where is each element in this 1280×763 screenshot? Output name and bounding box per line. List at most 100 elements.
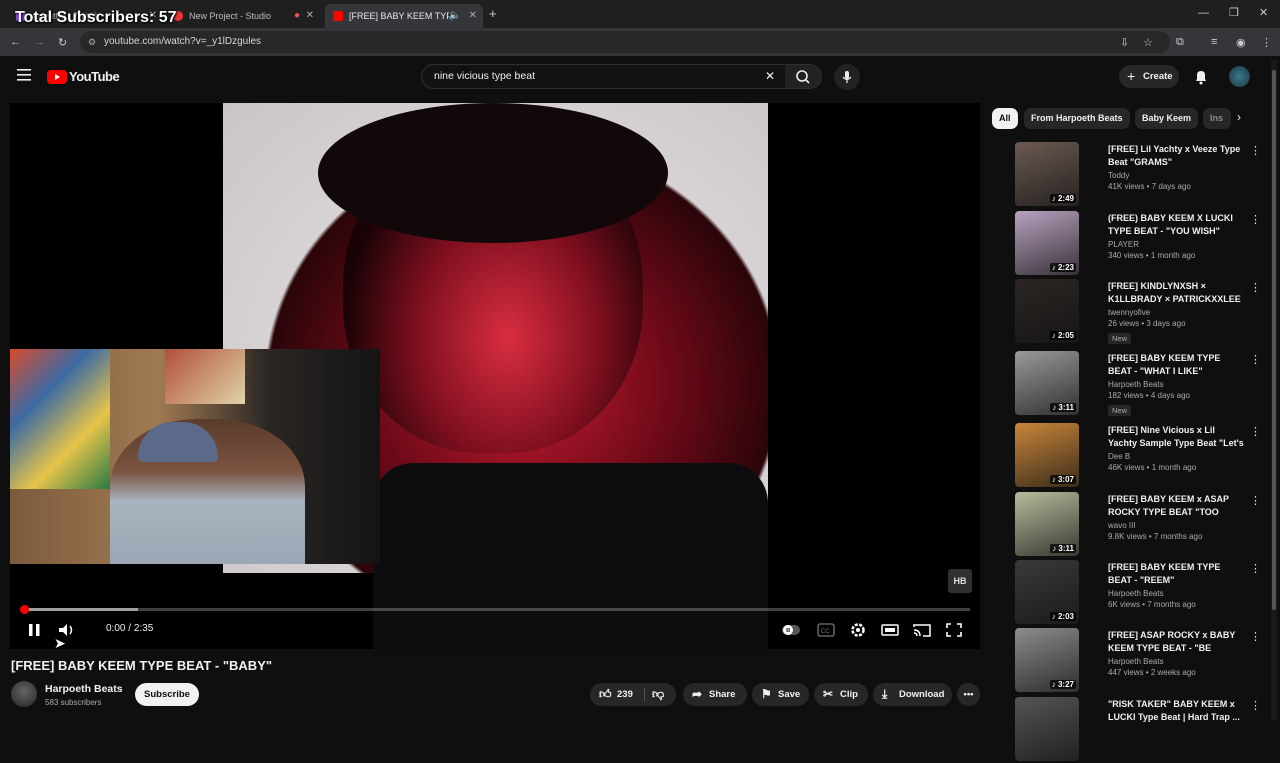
- browser-tab-studio[interactable]: New Project - Studio ● ✕: [165, 4, 320, 28]
- voice-search-button[interactable]: [834, 64, 860, 90]
- recommendation-channel[interactable]: twennyofive: [1108, 308, 1244, 317]
- more-vertical-icon[interactable]: ⋮: [1250, 353, 1261, 366]
- recommendation-item[interactable]: ♪ 2:23 (FREE) BABY KEEM X LUCKI TYPE BEAT…: [990, 211, 1262, 277]
- recommendation-thumbnail[interactable]: [1015, 697, 1079, 761]
- minimize-icon[interactable]: —: [1198, 7, 1209, 19]
- recommendation-thumbnail[interactable]: ♪ 2:23: [1015, 211, 1079, 275]
- recommendation-thumbnail[interactable]: ♪ 2:49: [1015, 142, 1079, 206]
- recommendation-thumbnail[interactable]: ♪ 3:11: [1015, 351, 1079, 415]
- install-icon[interactable]: ⇩: [1120, 36, 1129, 49]
- recommendation-title[interactable]: [FREE] BABY KEEM TYPE BEAT - "WHAT I LIK…: [1108, 352, 1244, 378]
- more-actions-button[interactable]: •••: [957, 683, 980, 706]
- reload-icon[interactable]: ↻: [58, 36, 67, 49]
- theater-mode-button[interactable]: [879, 620, 901, 640]
- recommendation-item[interactable]: ♪ 3:11 [FREE] BABY KEEM x ASAP ROCKY TYPE…: [990, 492, 1262, 558]
- recommendation-title[interactable]: [FREE] Nine Vicious x Lil Yachty Sample …: [1108, 424, 1244, 450]
- recommendation-title[interactable]: [FREE] KINDLYNXSH × K1LLBRADY × PATRICKX…: [1108, 280, 1244, 306]
- pause-button[interactable]: [24, 620, 46, 640]
- recommendation-thumbnail[interactable]: ♪ 2:03: [1015, 560, 1079, 624]
- more-vertical-icon[interactable]: ⋮: [1250, 562, 1261, 575]
- recommendation-thumbnail[interactable]: ♪ 3:27: [1015, 628, 1079, 692]
- fullscreen-button[interactable]: [943, 620, 965, 640]
- download-button[interactable]: ⤓ Download: [873, 683, 952, 706]
- recommendation-channel[interactable]: Dee B: [1108, 452, 1244, 461]
- forward-icon[interactable]: →: [34, 36, 45, 48]
- search-input[interactable]: nine vicious type beat ✕: [421, 64, 786, 89]
- more-vertical-icon[interactable]: ⋮: [1250, 494, 1261, 507]
- recommendation-item[interactable]: "RISK TAKER" BABY KEEM x LUCKI Type Beat…: [990, 697, 1262, 763]
- recommendation-item[interactable]: ♪ 2:03 [FREE] BABY KEEM TYPE BEAT - "REEM…: [990, 560, 1262, 626]
- recommendation-item[interactable]: ♪ 3:27 [FREE] ASAP ROCKY x BABY KEEM TYPE…: [990, 628, 1262, 694]
- recommendation-item[interactable]: ♪ 3:11 [FREE] BABY KEEM TYPE BEAT - "WHAT…: [990, 351, 1262, 417]
- recommendation-item[interactable]: ♪ 2:49 [FREE] Lil Yachty x Veeze Type Bea…: [990, 142, 1262, 208]
- profile-icon[interactable]: ◉: [1236, 36, 1246, 49]
- progress-bar[interactable]: [22, 608, 970, 611]
- recommendation-thumbnail[interactable]: ♪ 3:07: [1015, 423, 1079, 487]
- create-button[interactable]: + Create: [1119, 65, 1179, 88]
- more-vertical-icon[interactable]: ⋮: [1250, 213, 1261, 226]
- save-button[interactable]: ⚑ Save: [752, 683, 809, 706]
- recommendation-channel[interactable]: PLAYER: [1108, 240, 1244, 249]
- recommendation-channel[interactable]: Harpoeth Beats: [1108, 380, 1244, 389]
- like-button[interactable]: 👍︎: [599, 683, 612, 706]
- more-vertical-icon[interactable]: ⋮: [1250, 281, 1261, 294]
- back-icon[interactable]: ←: [10, 36, 21, 48]
- cast-button[interactable]: [911, 620, 933, 640]
- clear-search-icon[interactable]: ✕: [765, 65, 775, 88]
- recommendation-channel[interactable]: Harpoeth Beats: [1108, 589, 1244, 598]
- share-button[interactable]: ➦ Share: [683, 683, 747, 706]
- address-bar[interactable]: ⚙ youtube.com/watch?v=_y1lDzgules: [80, 31, 1170, 53]
- browser-tab-youtube[interactable]: [FREE] BABY KEEM TYPE BE 🔈 ✕: [325, 4, 483, 28]
- youtube-logo[interactable]: YouTube: [47, 69, 120, 84]
- media-control-icon[interactable]: ≡: [1211, 36, 1217, 48]
- chip-all[interactable]: All: [992, 108, 1018, 129]
- progress-scrubber[interactable]: [20, 605, 29, 614]
- recommendation-title[interactable]: "RISK TAKER" BABY KEEM x LUCKI Type Beat…: [1108, 698, 1244, 724]
- chip-ins[interactable]: Ins: [1203, 108, 1231, 129]
- extensions-icon[interactable]: ⧉: [1176, 36, 1184, 49]
- more-vertical-icon[interactable]: ⋮: [1250, 425, 1261, 438]
- notifications-bell-icon[interactable]: [1193, 69, 1209, 85]
- more-vertical-icon[interactable]: ⋮: [1250, 144, 1261, 157]
- autoplay-toggle[interactable]: [780, 620, 802, 640]
- new-tab-button[interactable]: +: [489, 6, 497, 21]
- bookmark-star-icon[interactable]: ☆: [1143, 36, 1153, 49]
- more-vertical-icon[interactable]: ⋮: [1250, 630, 1261, 643]
- page-scrollbar[interactable]: [1271, 60, 1277, 720]
- restore-icon[interactable]: ❐: [1229, 6, 1239, 19]
- recommendation-thumbnail[interactable]: ♪ 3:11: [1015, 492, 1079, 556]
- clip-button[interactable]: ✂ Clip: [814, 683, 868, 706]
- recommendation-channel[interactable]: Harpoeth Beats: [1108, 657, 1244, 666]
- recommendation-title[interactable]: [FREE] Lil Yachty x Veeze Type Beat "GRA…: [1108, 143, 1244, 169]
- recommendation-item[interactable]: ♪ 2:05 [FREE] KINDLYNXSH × K1LLBRADY × PA…: [990, 279, 1262, 345]
- recommendation-thumbnail[interactable]: ♪ 2:05: [1015, 279, 1079, 343]
- search-button[interactable]: [785, 64, 822, 89]
- account-avatar[interactable]: [1229, 66, 1250, 87]
- recommendation-channel[interactable]: wavo III: [1108, 521, 1244, 530]
- channel-watermark[interactable]: HB: [948, 569, 972, 593]
- site-info-icon[interactable]: ⚙: [88, 31, 96, 53]
- recommendation-channel[interactable]: Toddy: [1108, 171, 1244, 180]
- recommendation-title[interactable]: (FREE) BABY KEEM X LUCKI TYPE BEAT - "YO…: [1108, 212, 1244, 238]
- recommendation-title[interactable]: [FREE] ASAP ROCKY x BABY KEEM TYPE BEAT …: [1108, 629, 1244, 655]
- browser-menu-icon[interactable]: ⋮: [1261, 36, 1272, 49]
- subscribe-button[interactable]: Subscribe: [135, 683, 199, 706]
- chip-from-channel[interactable]: From Harpoeth Beats: [1024, 108, 1130, 129]
- speaker-icon[interactable]: 🔈: [449, 10, 461, 21]
- recommendation-item[interactable]: ♪ 3:07 [FREE] Nine Vicious x Lil Yachty S…: [990, 423, 1262, 489]
- recommendation-title[interactable]: [FREE] BABY KEEM TYPE BEAT - "REEM": [1108, 561, 1244, 587]
- dislike-button[interactable]: 👎︎: [652, 683, 664, 706]
- chip-baby-keem[interactable]: Baby Keem: [1135, 108, 1199, 129]
- settings-button[interactable]: [847, 620, 869, 640]
- close-icon[interactable]: ✕: [306, 10, 314, 21]
- window-close-icon[interactable]: ✕: [1259, 6, 1268, 19]
- more-vertical-icon[interactable]: ⋮: [1250, 699, 1261, 712]
- close-icon[interactable]: ✕: [469, 10, 477, 21]
- channel-avatar[interactable]: [11, 681, 37, 707]
- chevron-right-icon[interactable]: ›: [1237, 110, 1241, 124]
- captions-button[interactable]: CC: [815, 620, 837, 640]
- hamburger-menu-icon[interactable]: [17, 69, 31, 81]
- recommendation-title[interactable]: [FREE] BABY KEEM x ASAP ROCKY TYPE BEAT …: [1108, 493, 1244, 519]
- channel-name[interactable]: Harpoeth Beats: [45, 683, 123, 695]
- scrollbar-thumb[interactable]: [1272, 70, 1276, 610]
